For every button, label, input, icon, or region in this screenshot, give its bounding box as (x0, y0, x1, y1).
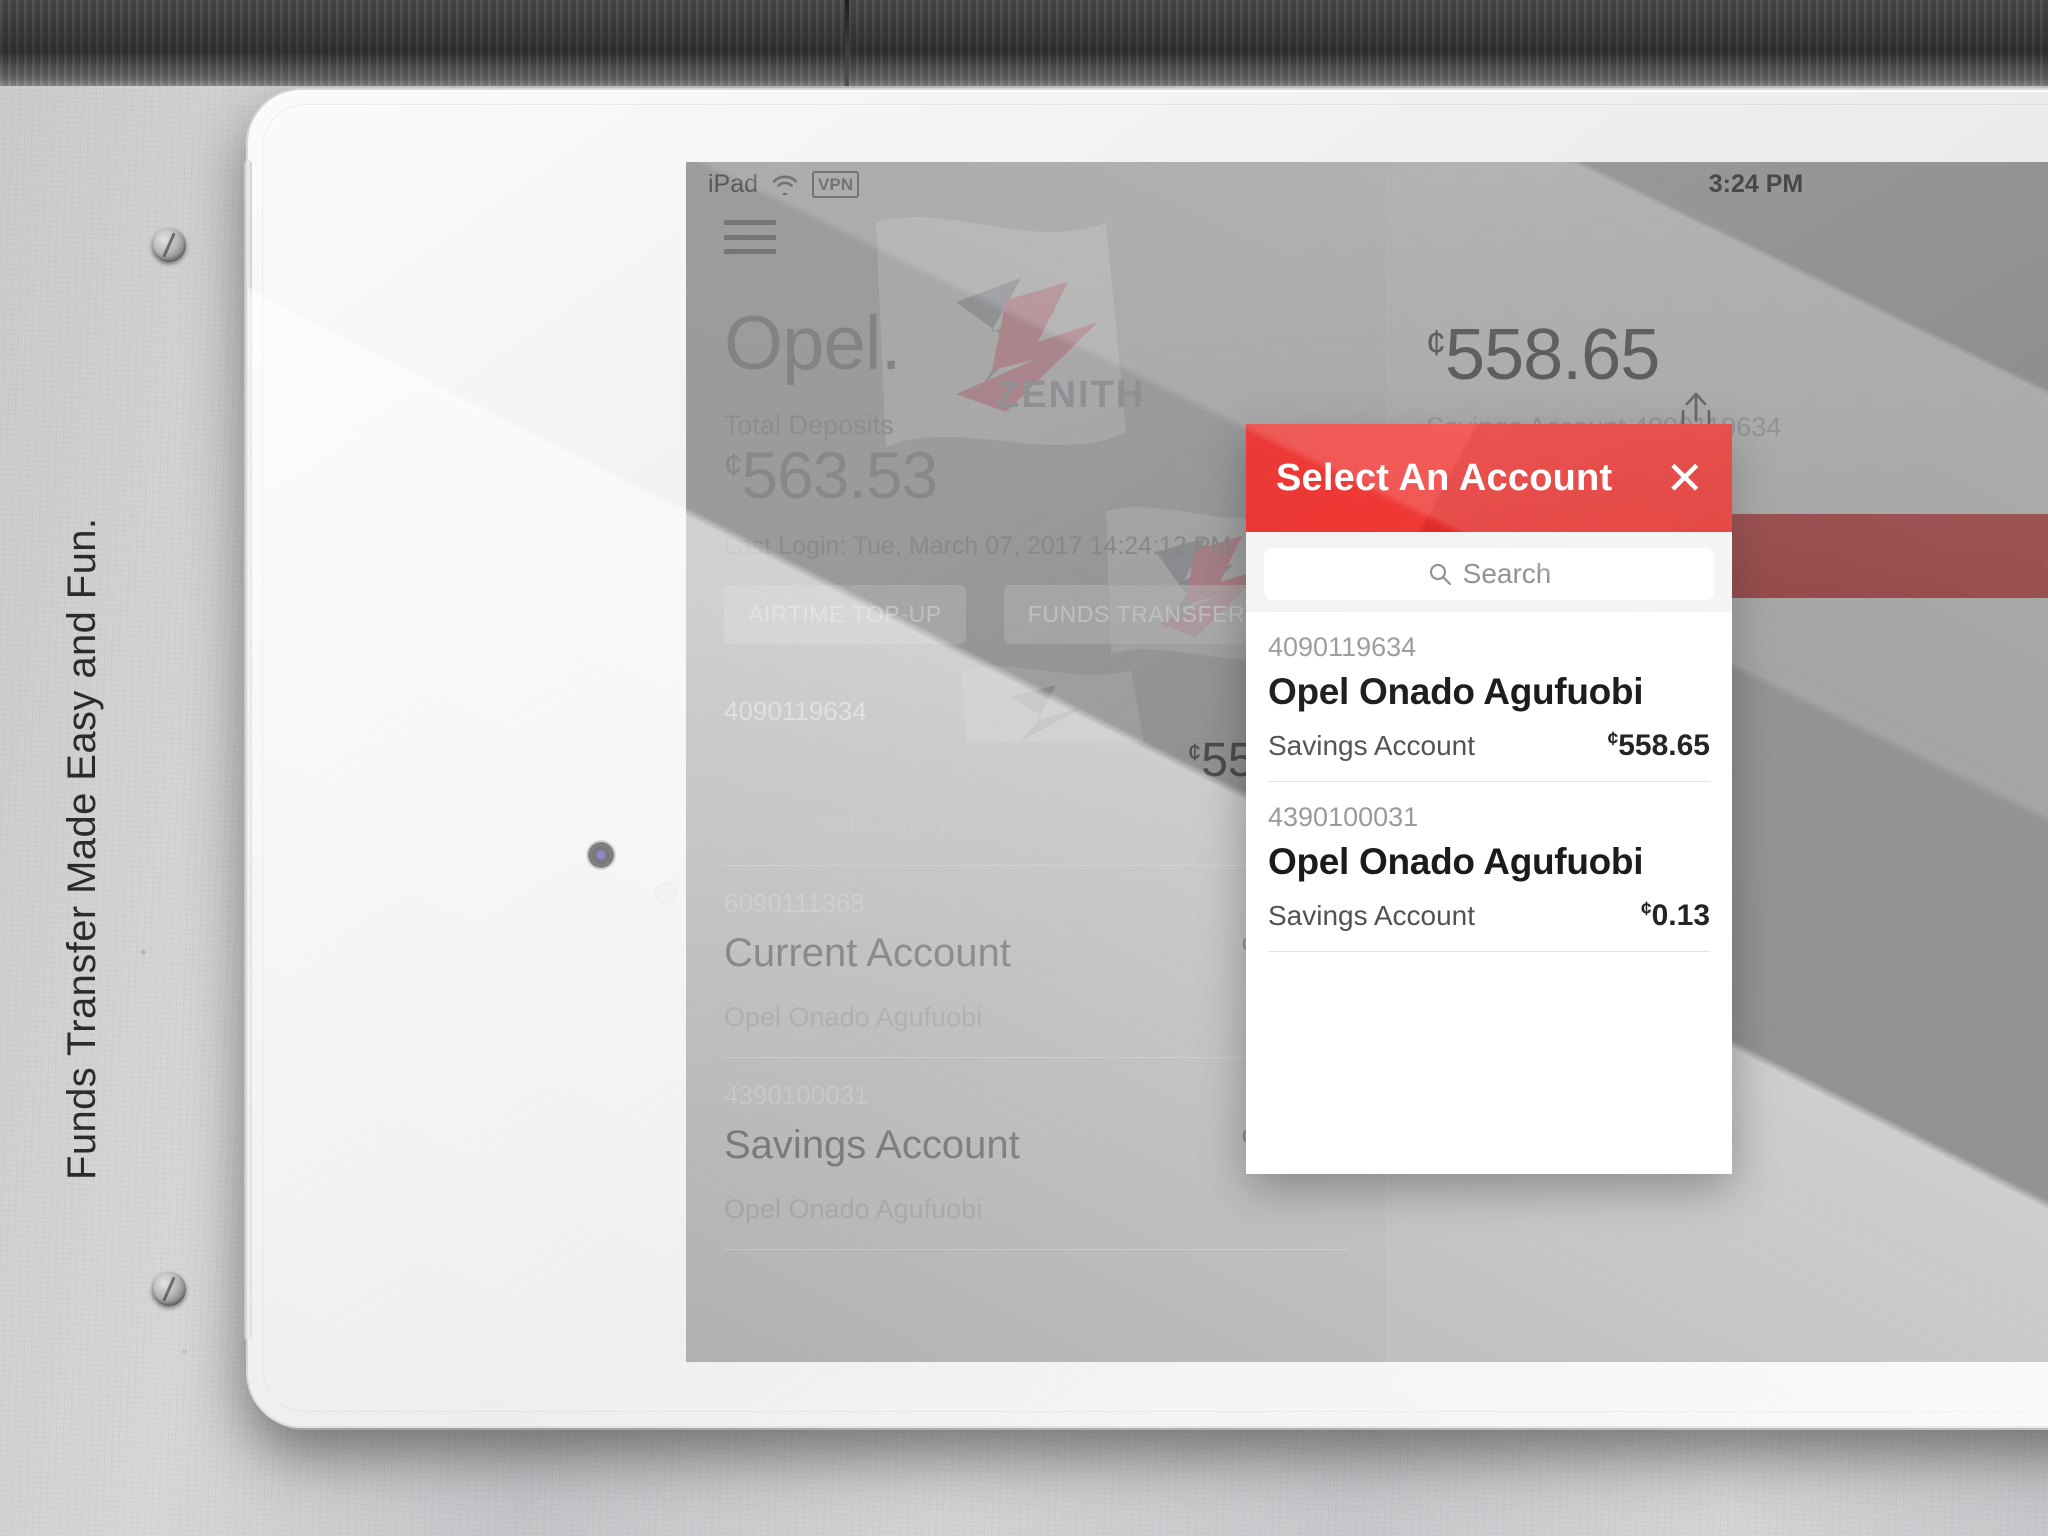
currency-symbol: ¢ (1187, 739, 1202, 767)
status-bar-clock: 3:24 PM (1708, 169, 1804, 198)
currency-symbol: ¢ (1426, 322, 1446, 363)
modal-header: Select An Account ✕ (1246, 424, 1732, 532)
select-account-modal: Select An Account ✕ Search 4090119634 Op… (1246, 424, 1732, 1174)
modal-account-list: 4090119634 Opel Onado Agufuobi Savings A… (1246, 612, 1732, 1174)
search-input[interactable]: Search (1264, 548, 1714, 600)
balance-value: 558.65 (1618, 729, 1710, 762)
list-item[interactable]: 4090119634 Opel Onado Agufuobi Savings A… (1268, 612, 1710, 782)
account-balance: ¢0.13 (1641, 899, 1710, 933)
wall-bolt (152, 1272, 186, 1306)
modal-title: Select An Account (1276, 456, 1613, 499)
account-holder-name: Opel Onado Agufuobi (1268, 841, 1644, 882)
metal-strip-seam (845, 0, 849, 86)
balance-value: 0.13 (1651, 899, 1710, 932)
ipad-screen: ZENITH Opel. Total Deposits ¢563.53 Last… (686, 162, 2048, 1362)
tab-airtime[interactable]: AIRTIME (1866, 541, 2048, 572)
account-balance: ¢558.65 (1608, 729, 1710, 763)
account-number: 4390100031 (1268, 802, 1419, 832)
ipad-side-rail (244, 160, 252, 1340)
account-type: Savings Account (1268, 900, 1476, 931)
account-type: Savings Account (1268, 730, 1476, 761)
currency-symbol: ¢ (724, 446, 742, 483)
wall-caption: Funds Transfer Made Easy and Fun. (60, 517, 104, 1180)
search-placeholder: Search (1462, 558, 1552, 589)
account-type: Current Account (724, 930, 1011, 975)
account-number: 4090119634 (1268, 632, 1417, 662)
front-camera (588, 842, 614, 868)
search-icon (1429, 563, 1451, 586)
airtime-topup-button[interactable]: AIRTIME TOP-UP (724, 585, 966, 645)
ios-status-bar: iPad VPN 3:24 PM 76% (686, 162, 2048, 206)
account-type: Savings Account (724, 738, 1020, 783)
funds-transfer-button[interactable]: FUNDS TRANSFER (1003, 585, 1270, 645)
ambient-light-sensor (655, 882, 677, 904)
total-deposits-value: 563.53 (741, 438, 938, 512)
ipad-device: ZENITH Opel. Total Deposits ¢563.53 Last… (244, 88, 2048, 1430)
scene: Funds Transfer Made Easy and Fun. ZENITH… (0, 0, 2048, 1536)
currency-symbol: ¢ (1641, 899, 1652, 920)
balance-value: 558.65 (1445, 315, 1660, 395)
wall-bolt (152, 228, 186, 262)
metal-strip (0, 0, 2048, 86)
hamburger-menu-icon[interactable] (724, 220, 776, 254)
brand-name: Opel. (724, 301, 902, 386)
currency-symbol: ¢ (1607, 729, 1619, 750)
close-x-icon[interactable]: ✕ (1665, 455, 1704, 501)
list-item[interactable]: 4390100031 Opel Onado Agufuobi Savings A… (1268, 782, 1710, 952)
account-owner: Opel Onado Agufuobi (724, 1194, 983, 1225)
selected-account-balance: ¢558.65 (1426, 314, 1660, 396)
modal-search-wrap: Search (1246, 532, 1732, 612)
account-holder-name: Opel Onado Agufuobi (1268, 671, 1644, 712)
account-type: Savings Account (724, 1122, 1020, 1167)
